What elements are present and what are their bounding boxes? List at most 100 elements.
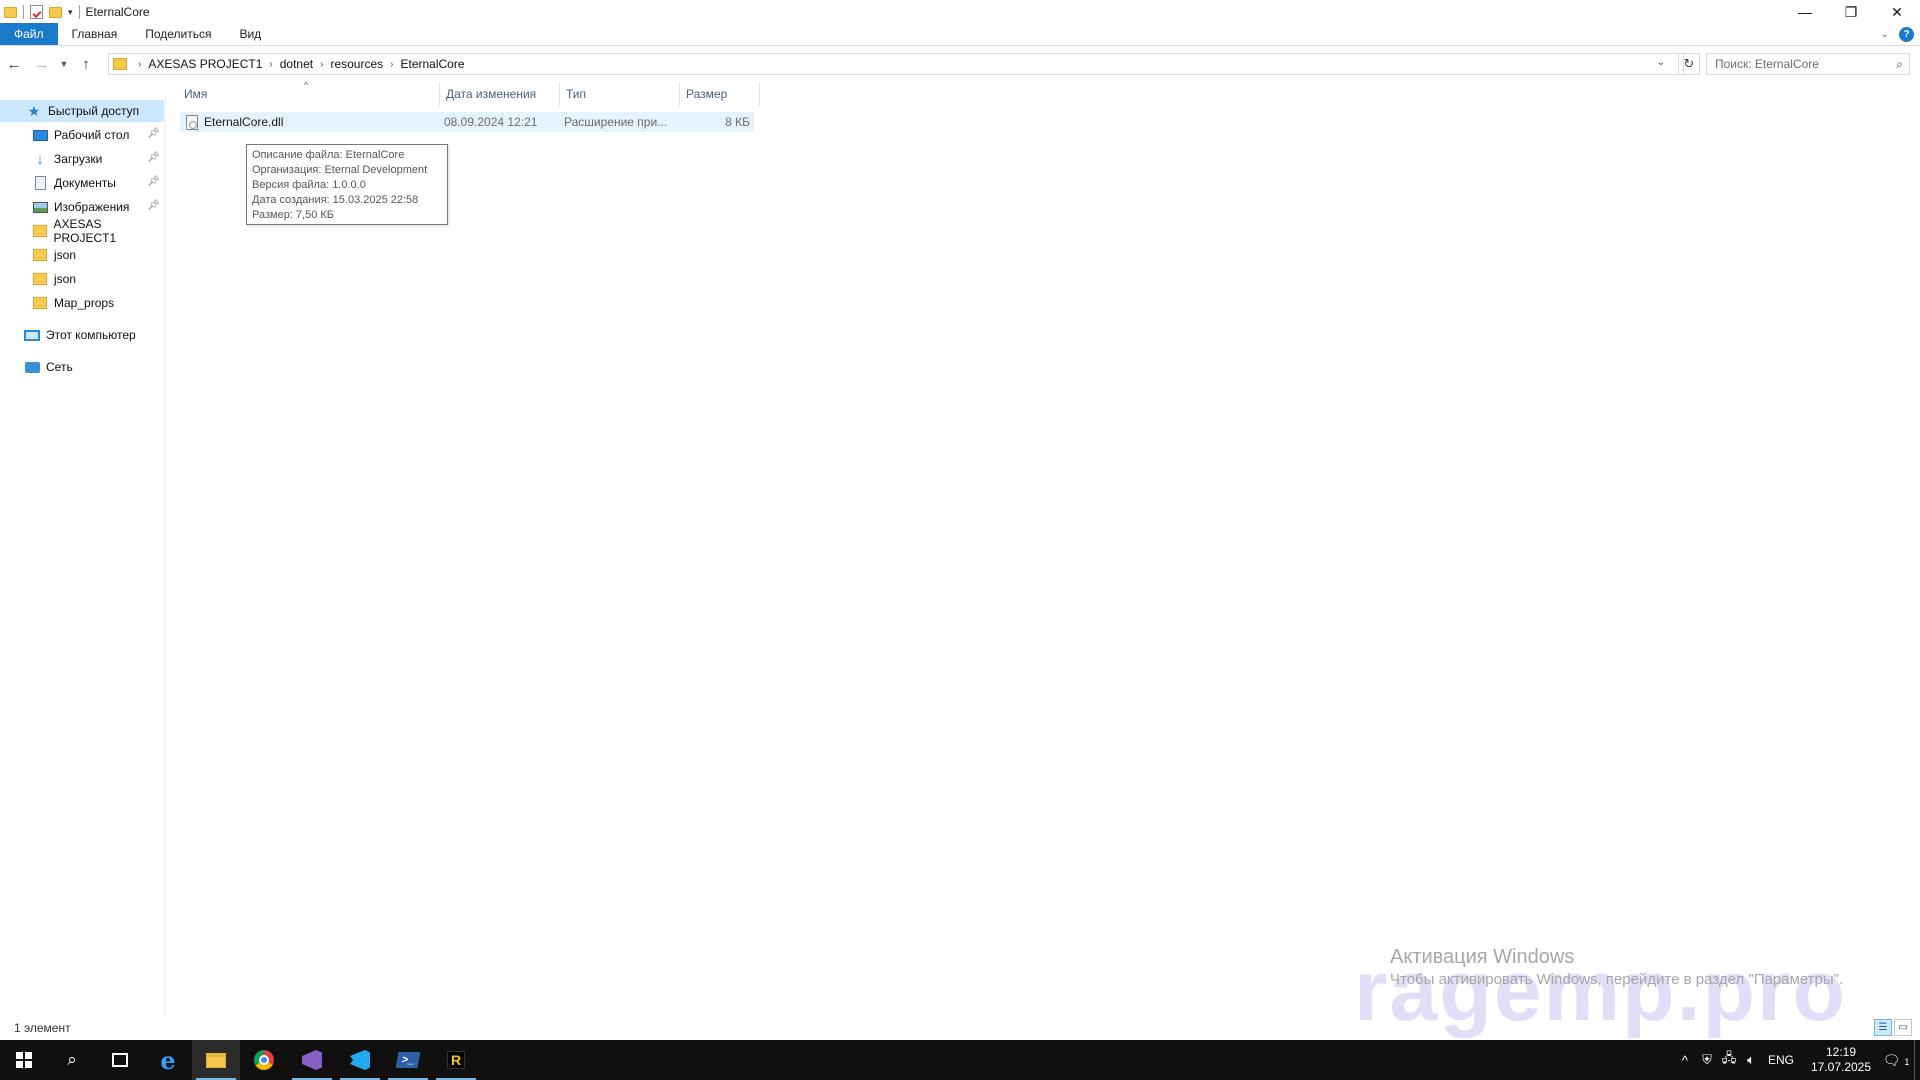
tab-view[interactable]: Вид (225, 23, 275, 45)
nav-item-axesas-project1[interactable]: AXESAS PROJECT1 (0, 217, 164, 245)
arrow-right-icon: → (34, 55, 50, 73)
clock[interactable]: 12:19 17.07.2025 (1804, 1045, 1878, 1075)
activation-subtitle: Чтобы активировать Windows, перейдите в … (1390, 971, 1844, 988)
title-bar: ▾ EternalCore — ❐ ✕ (0, 0, 1920, 24)
search-placeholder: Поиск: EternalCore (1715, 57, 1819, 71)
qat-separator (23, 5, 24, 19)
breadcrumb-item[interactable]: EternalCore (400, 57, 464, 71)
column-headers: Имя Дата изменения Тип Размер (178, 82, 760, 106)
folder-icon (32, 295, 48, 311)
tab-file[interactable]: Файл (0, 23, 58, 45)
documents-icon (32, 175, 48, 191)
recent-locations-button[interactable]: ▼ (56, 50, 72, 78)
column-header-name[interactable]: Имя (178, 82, 440, 106)
new-folder-icon[interactable] (49, 6, 62, 18)
tooltip-description: Описание файла: EternalCore (252, 149, 405, 161)
nav-item-label: Рабочий стол (54, 128, 130, 142)
nav-item-network[interactable]: Сеть (0, 356, 164, 378)
breadcrumb-item[interactable]: AXESAS PROJECT1 (148, 57, 262, 71)
search-input[interactable]: Поиск: EternalCore ⌕ (1706, 53, 1910, 75)
details-view-button[interactable]: ☰ (1874, 1019, 1892, 1036)
up-button[interactable]: ↑ (72, 50, 100, 78)
column-header-type[interactable]: Тип (560, 82, 680, 106)
pin-icon: 📌︎ (147, 200, 160, 211)
nav-item-label: Map_props (54, 296, 115, 310)
taskbar-internet-explorer[interactable]: e (144, 1040, 192, 1080)
refresh-button[interactable]: ↻ (1678, 53, 1700, 75)
taskbar-visual-studio[interactable] (288, 1040, 336, 1080)
tab-home[interactable]: Главная (58, 23, 132, 45)
nav-item-pictures[interactable]: Изображения 📌︎ (0, 196, 164, 218)
large-icons-view-button[interactable]: ▭ (1894, 1019, 1912, 1036)
desktop-icon (32, 127, 48, 143)
back-button[interactable]: ← (0, 50, 28, 78)
taskbar-rider[interactable]: R (432, 1040, 480, 1080)
search-icon[interactable]: ⌕ (1896, 57, 1903, 72)
tab-share[interactable]: Поделиться (131, 23, 225, 45)
breadcrumb-separator-icon[interactable]: › (390, 59, 393, 70)
nav-item-quick-access[interactable]: ★ Быстрый доступ (0, 100, 164, 122)
details-view-icon: ☰ (1878, 1022, 1888, 1033)
forward-button[interactable]: → (28, 50, 56, 78)
clock-time: 12:19 (1825, 1045, 1857, 1059)
nav-item-downloads[interactable]: ↓ Загрузки 📌︎ (0, 148, 164, 170)
tray-overflow-chevron-icon[interactable]: ^ (1674, 1053, 1696, 1068)
pin-icon: 📌︎ (147, 176, 160, 187)
pin-icon: 📌︎ (147, 128, 160, 139)
qat-customize-chevron-icon[interactable]: ▾ (68, 7, 73, 18)
breadcrumb-separator-icon[interactable]: › (320, 59, 323, 70)
taskbar-powershell[interactable]: >_ (384, 1040, 432, 1080)
nav-item-desktop[interactable]: Рабочий стол 📌︎ (0, 124, 164, 146)
vscode-icon (350, 1050, 370, 1070)
task-view-button[interactable] (96, 1040, 144, 1080)
navigation-pane: ★ Быстрый доступ Рабочий стол 📌︎ ↓ Загру… (0, 96, 166, 1016)
network-status-icon[interactable]: 🖧︎ (1718, 1049, 1740, 1071)
taskbar-chrome[interactable] (240, 1040, 288, 1080)
taskbar: ⌕ e >_ R ^ ⛨ 🖧︎ 🔈︎ ENG 12:19 17.07.2025 … (0, 1040, 1920, 1080)
view-toggle: ☰ ▭ (1874, 1019, 1912, 1036)
item-count: 1 элемент (14, 1021, 71, 1035)
dll-file-icon (186, 114, 198, 130)
breadcrumb-item[interactable]: dotnet (280, 57, 313, 71)
nav-item-json[interactable]: json (0, 268, 164, 290)
properties-icon[interactable] (30, 5, 43, 19)
file-size: 8 КБ (725, 115, 750, 129)
file-name-cell: EternalCore.dll (180, 112, 438, 132)
windows-logo-icon (16, 1052, 32, 1068)
close-button[interactable]: ✕ (1874, 0, 1920, 24)
nav-item-this-pc[interactable]: Этот компьютер (0, 324, 164, 346)
taskbar-vscode[interactable] (336, 1040, 384, 1080)
file-row[interactable]: EternalCore.dll 08.09.2024 12:21 Расшире… (180, 112, 754, 132)
qat-separator (78, 5, 80, 19)
expand-ribbon-chevron-icon[interactable]: ⌄ (1881, 29, 1889, 40)
breadcrumb-separator-icon[interactable]: › (138, 59, 141, 70)
defender-icon[interactable]: ⛨ (1696, 1052, 1718, 1068)
file-name: EternalCore.dll (204, 115, 284, 129)
start-button[interactable] (0, 1040, 48, 1080)
nav-item-documents[interactable]: Документы 📌︎ (0, 172, 164, 194)
minimize-button[interactable]: — (1782, 0, 1828, 24)
column-header-size[interactable]: Размер (680, 82, 760, 106)
taskbar-search-button[interactable]: ⌕ (48, 1040, 96, 1080)
breadcrumb-item[interactable]: resources (330, 57, 383, 71)
computer-icon (24, 327, 40, 343)
breadcrumb-separator-icon[interactable]: › (269, 59, 272, 70)
status-bar: 1 элемент ☰ ▭ (0, 1018, 1920, 1038)
address-box[interactable]: › AXESAS PROJECT1 › dotnet › resources ›… (108, 53, 1684, 75)
help-icon[interactable]: ? (1899, 27, 1914, 42)
nav-item-json[interactable]: json (0, 244, 164, 266)
address-dropdown-chevron-icon[interactable]: ⌄ (1657, 57, 1665, 68)
network-icon (24, 359, 40, 375)
nav-item-map-props[interactable]: Map_props (0, 292, 164, 314)
window-title: EternalCore (85, 5, 150, 19)
nav-item-label: Загрузки (54, 152, 103, 166)
volume-muted-icon[interactable]: 🔈︎ (1740, 1052, 1762, 1068)
rider-icon: R (447, 1051, 465, 1069)
show-desktop-button[interactable] (1914, 1040, 1920, 1080)
nav-item-label: json (54, 272, 77, 286)
maximize-button[interactable]: ❐ (1828, 0, 1874, 24)
input-language[interactable]: ENG (1768, 1053, 1794, 1067)
taskbar-file-explorer[interactable] (192, 1040, 240, 1080)
action-center-button[interactable]: 🗨︎ 1 (1878, 1052, 1914, 1069)
column-header-date[interactable]: Дата изменения (440, 82, 560, 106)
